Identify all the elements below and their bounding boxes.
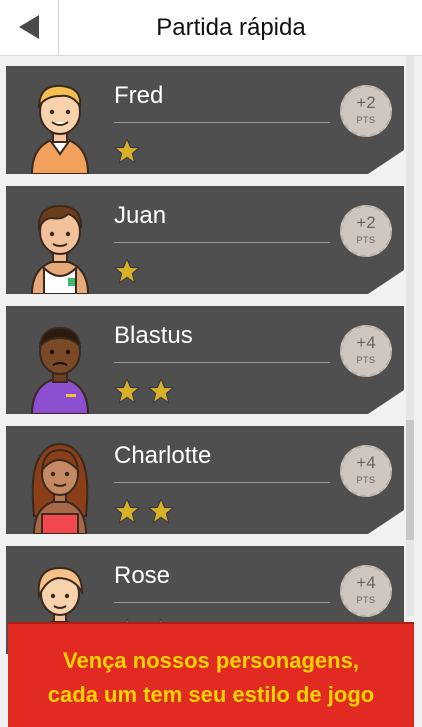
opponent-name: Fred <box>114 82 164 109</box>
banner-line-2: cada um tem seu estilo de jogo <box>47 682 375 707</box>
juan-avatar <box>30 204 90 294</box>
opponent-card-charlotte[interactable]: Charlotte +4 PTS <box>6 426 404 534</box>
app-header: Partida rápida <box>0 0 422 56</box>
star-icon <box>114 138 140 164</box>
star-icon <box>114 498 140 524</box>
opponent-card-juan[interactable]: Juan +2 PTS <box>6 186 404 294</box>
blastus-avatar <box>30 326 90 414</box>
points-badge: +4 PTS <box>340 565 392 617</box>
star-icon <box>148 498 175 524</box>
star-icon <box>148 378 175 404</box>
opponent-card-fred[interactable]: Fred +2 PTS <box>6 66 404 174</box>
difficulty-stars <box>114 138 144 166</box>
points-value: +4 <box>356 573 376 592</box>
name-divider <box>114 482 330 483</box>
name-divider <box>114 602 330 603</box>
points-unit: PTS <box>356 475 376 485</box>
promo-banner: Vença nossos personagens, cada um tem se… <box>8 622 414 727</box>
star-icon <box>114 258 140 284</box>
banner-line-1: Vença nossos personagens, <box>63 648 359 673</box>
opponent-name: Blastus <box>114 322 193 349</box>
name-divider <box>114 122 330 123</box>
card-corner-fold <box>368 270 404 294</box>
opponent-name: Juan <box>114 202 167 229</box>
fred-avatar <box>30 84 90 174</box>
star-icon <box>114 378 140 404</box>
points-value: +2 <box>356 213 376 232</box>
opponent-name: Charlotte <box>114 442 212 469</box>
opponent-card-blastus[interactable]: Blastus +4 PTS <box>6 306 404 414</box>
points-value: +4 <box>356 333 376 352</box>
opponent-name: Rose <box>114 562 171 589</box>
points-value: +4 <box>356 453 376 472</box>
points-unit: PTS <box>356 115 376 125</box>
scrollbar-thumb[interactable] <box>406 420 414 540</box>
name-divider <box>114 242 330 243</box>
charlotte-avatar <box>31 442 89 534</box>
card-corner-fold <box>368 150 404 174</box>
points-badge: +4 PTS <box>340 325 392 377</box>
difficulty-stars <box>114 378 178 406</box>
difficulty-stars <box>114 258 144 286</box>
points-value: +2 <box>356 93 376 112</box>
points-unit: PTS <box>356 235 376 245</box>
points-badge: +2 PTS <box>340 85 392 137</box>
points-badge: +4 PTS <box>340 445 392 497</box>
points-unit: PTS <box>356 355 376 365</box>
page-title: Partida rápida <box>156 14 306 41</box>
back-arrow-icon <box>19 15 39 39</box>
back-button[interactable] <box>0 0 59 55</box>
card-corner-fold <box>368 510 404 534</box>
points-unit: PTS <box>356 595 376 605</box>
points-badge: +2 PTS <box>340 205 392 257</box>
difficulty-stars <box>114 498 178 526</box>
card-corner-fold <box>368 390 404 414</box>
name-divider <box>114 362 330 363</box>
